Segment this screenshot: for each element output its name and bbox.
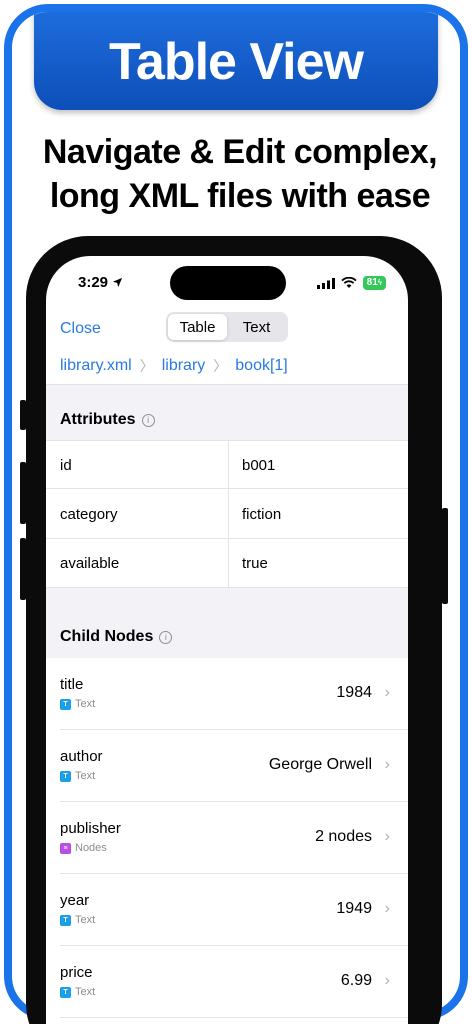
child-node-name: author (60, 748, 103, 765)
dynamic-island (170, 266, 286, 300)
attributes-section-header: Attributes i (46, 384, 408, 440)
phone-volume-up-button (20, 462, 26, 524)
column-divider (228, 539, 229, 588)
phone-volume-down-button (20, 538, 26, 600)
info-icon[interactable]: i (159, 630, 173, 644)
phone-power-button (442, 508, 448, 604)
child-node-type-label: Nodes (75, 842, 107, 854)
phone-frame: 3:29 81ϟ Close Table Text library.xml 〉 … (20, 236, 448, 1024)
nodes-type-icon: ≡ (60, 842, 71, 854)
close-button[interactable]: Close (60, 320, 101, 338)
info-icon[interactable]: i (141, 413, 155, 427)
banner-title: Table View (109, 33, 364, 91)
child-node-type-label: Text (75, 914, 96, 926)
child-node-name: title (60, 676, 84, 693)
child-node-row[interactable]: author T Text George Orwell › (46, 730, 408, 802)
child-node-value: 6.99 (340, 972, 372, 989)
status-time: 3:29 (78, 274, 123, 291)
status-time-text: 3:29 (78, 274, 109, 291)
attribute-value[interactable]: b001 (242, 457, 275, 474)
headline: Navigate & Edit complex, long XML files … (12, 130, 460, 218)
child-node-row[interactable]: price T Text 6.99 › (46, 946, 408, 1018)
child-node-value: 1949 (336, 900, 372, 917)
title-banner: Table View (34, 12, 438, 110)
attribute-row[interactable]: category fiction (46, 490, 408, 539)
attributes-title: Attributes i (60, 411, 155, 429)
chevron-right-icon: › (384, 756, 390, 773)
child-node-type: T Text (60, 770, 95, 782)
child-node-type-label: Text (75, 986, 96, 998)
child-nodes-title: Child Nodes i (60, 628, 173, 646)
column-divider (228, 441, 229, 490)
navigation-bar: Close Table Text (46, 312, 408, 348)
child-node-type: T Text (60, 914, 95, 926)
child-node-row[interactable]: publisher ≡ Nodes 2 nodes › (46, 802, 408, 874)
text-type-icon: T (60, 986, 71, 998)
location-arrow-icon (113, 277, 123, 288)
segment-text[interactable]: Text (227, 314, 286, 340)
cellular-signal-icon (316, 277, 335, 289)
text-type-icon: T (60, 698, 71, 710)
child-node-type-label: Text (75, 770, 96, 782)
battery-icon: 81ϟ (362, 276, 386, 290)
attribute-value[interactable]: true (242, 555, 268, 572)
breadcrumb: library.xml 〉 library 〉 book[1] (60, 356, 288, 376)
child-node-name: publisher (60, 820, 121, 837)
child-nodes-title-text: Child Nodes (60, 628, 154, 645)
child-node-type: ≡ Nodes (60, 842, 107, 854)
attribute-row[interactable]: available true (46, 539, 408, 588)
headline-line-1: Navigate & Edit complex, (42, 133, 438, 171)
wifi-icon (341, 277, 357, 288)
chevron-right-icon: › (384, 684, 390, 701)
status-indicators: 81ϟ (316, 276, 386, 290)
attribute-key: available (60, 555, 120, 572)
breadcrumb-item-file[interactable]: library.xml (60, 357, 132, 375)
attribute-key: id (60, 457, 72, 474)
battery-level: 81 (366, 277, 378, 288)
headline-line-2: long XML files with ease (49, 177, 431, 215)
child-node-value: 1984 (336, 684, 372, 701)
attribute-row[interactable]: id b001 (46, 440, 408, 490)
child-node-name: year (60, 892, 90, 909)
view-mode-segmented-control: Table Text (166, 312, 288, 342)
text-type-icon: T (60, 914, 71, 926)
child-node-type-label: Text (75, 698, 96, 710)
chevron-right-icon: › (384, 900, 390, 917)
child-node-value: George Orwell (268, 756, 372, 773)
chevron-right-icon: › (384, 972, 390, 989)
phone-mute-button (20, 400, 26, 430)
child-node-row[interactable]: year T Text 1949 › (46, 874, 408, 946)
child-node-type: T Text (60, 698, 95, 710)
breadcrumb-item-book[interactable]: book[1] (235, 357, 287, 375)
row-separator (60, 1017, 408, 1018)
attribute-key: category (60, 506, 118, 523)
breadcrumb-item-library[interactable]: library (162, 357, 206, 375)
attributes-title-text: Attributes (60, 411, 136, 428)
breadcrumb-separator-icon: 〉 (213, 358, 228, 374)
child-node-name: price (60, 964, 93, 981)
segment-table[interactable]: Table (168, 314, 227, 340)
breadcrumb-separator-icon: 〉 (139, 358, 154, 374)
child-node-value: 2 nodes (315, 828, 372, 845)
child-node-row[interactable]: title T Text 1984 › (46, 658, 408, 730)
column-divider (228, 490, 229, 539)
child-nodes-section-header: Child Nodes i (46, 588, 408, 658)
phone-screen: 3:29 81ϟ Close Table Text library.xml 〉 … (46, 256, 408, 1024)
chevron-right-icon: › (384, 828, 390, 845)
text-type-icon: T (60, 770, 71, 782)
child-node-type: T Text (60, 986, 95, 998)
attribute-value[interactable]: fiction (242, 506, 281, 523)
